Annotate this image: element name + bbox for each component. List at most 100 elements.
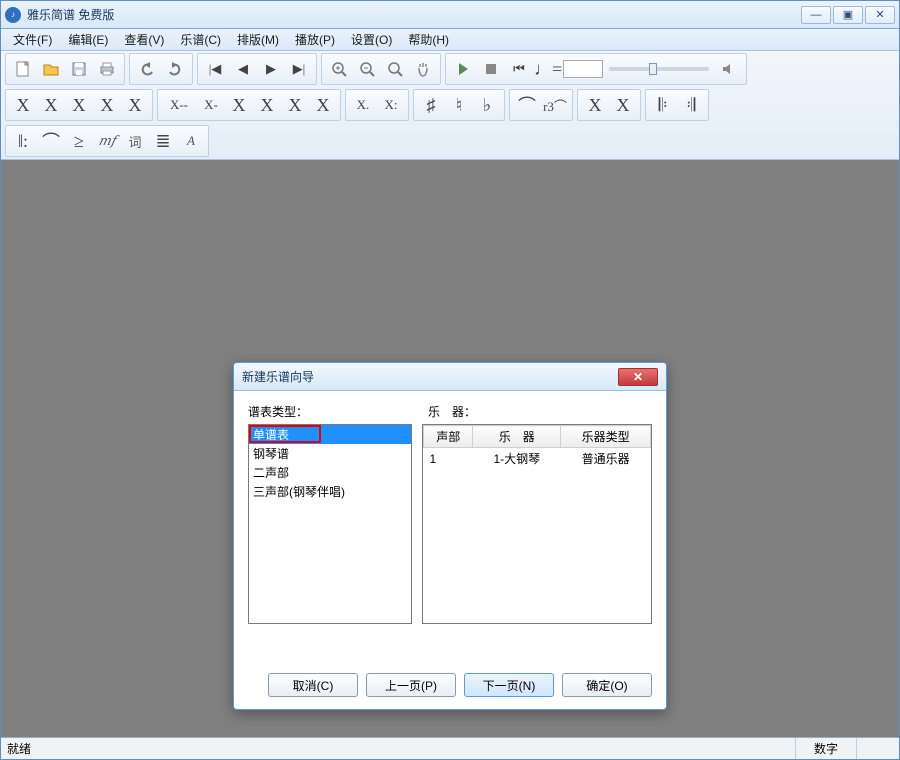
redo-button[interactable]	[162, 56, 188, 82]
prev-page-button[interactable]: 上一页(P)	[366, 673, 456, 697]
window-controls: — ▣ ✕	[801, 6, 895, 24]
cell-part: 1	[424, 448, 473, 470]
toolbar-extras: ‖: ⌒ ≥ 𝑚𝑓 词 ≣ A	[1, 123, 899, 159]
new-score-wizard-dialog: 新建乐谱向导 ✕ 谱表类型： 乐 器： 单谱表 钢琴谱 二声部 三声部(钢琴伴唱…	[233, 362, 667, 710]
nav-first-button[interactable]: |◀	[202, 56, 228, 82]
status-empty	[856, 738, 893, 759]
dialog-close-button[interactable]: ✕	[618, 368, 658, 386]
app-window: ♪ 雅乐简谱 免费版 — ▣ ✕ 文件(F) 编辑(E) 查看(V) 乐谱(C)…	[0, 0, 900, 760]
stave-option-2[interactable]: 二声部	[249, 463, 411, 482]
repeat-end-button[interactable]: 𝄇	[678, 92, 704, 118]
menubar: 文件(F) 编辑(E) 查看(V) 乐谱(C) 排版(M) 播放(P) 设置(O…	[1, 29, 899, 51]
ok-button[interactable]: 确定(O)	[562, 673, 652, 697]
next-page-button[interactable]: 下一页(N)	[464, 673, 554, 697]
text-block-button[interactable]: ≣	[150, 128, 176, 154]
stave-option-1[interactable]: 钢琴谱	[249, 444, 411, 463]
barline-button[interactable]: ‖:	[10, 128, 36, 154]
label-instrument: 乐 器：	[428, 403, 476, 420]
print-button[interactable]	[94, 56, 120, 82]
toolbar-notes: X X X X X X-- X- X X X X X. X: ♯ ♮ ♭	[1, 87, 899, 123]
statusbar: 就绪 数字	[1, 737, 899, 759]
stave-type-list[interactable]: 单谱表 钢琴谱 二声部 三声部(钢琴伴唱)	[248, 424, 412, 624]
fermata-button[interactable]: ⌒	[38, 128, 64, 154]
toolbars: |◀ ◀ ▶ ▶|	[1, 51, 899, 160]
note-btn-2[interactable]: X	[66, 92, 92, 118]
titlebar: ♪ 雅乐简谱 免费版 — ▣ ✕	[1, 1, 899, 29]
accent-button[interactable]: ≥	[66, 128, 92, 154]
menu-play[interactable]: 播放(P)	[287, 29, 343, 50]
tempo-input[interactable]	[563, 60, 603, 78]
app-icon: ♪	[5, 7, 21, 23]
col-type[interactable]: 乐器类型	[561, 426, 651, 448]
tempo-slider[interactable]	[609, 67, 709, 71]
menu-file[interactable]: 文件(F)	[5, 29, 60, 50]
metronome-button[interactable]: ⏮	[506, 56, 532, 82]
close-button[interactable]: ✕	[865, 6, 895, 24]
dur-btn-0[interactable]: X--	[162, 92, 196, 118]
tie-button[interactable]: ⌒	[514, 92, 540, 118]
stop-button[interactable]	[478, 56, 504, 82]
menu-view[interactable]: 查看(V)	[116, 29, 172, 50]
status-right: 数字	[795, 738, 856, 759]
document-area: 新建乐谱向导 ✕ 谱表类型： 乐 器： 单谱表 钢琴谱 二声部 三声部(钢琴伴唱…	[1, 160, 899, 737]
stave-option-3[interactable]: 三声部(钢琴伴唱)	[249, 482, 411, 501]
cell-type: 普通乐器	[561, 448, 651, 470]
lyric-button[interactable]: 词	[122, 128, 148, 154]
sharp-button[interactable]: ♯	[418, 92, 444, 118]
window-title: 雅乐简谱 免费版	[27, 6, 801, 23]
menu-layout[interactable]: 排版(M)	[229, 29, 287, 50]
dialog-body: 谱表类型： 乐 器： 单谱表 钢琴谱 二声部 三声部(钢琴伴唱)	[234, 391, 666, 663]
note-btn-3[interactable]: X	[94, 92, 120, 118]
play-button[interactable]	[450, 56, 476, 82]
dialog-title: 新建乐谱向导	[242, 368, 618, 385]
menu-score[interactable]: 乐谱(C)	[172, 29, 229, 50]
stave-option-0[interactable]: 单谱表	[249, 425, 411, 444]
dot-btn-0[interactable]: X.	[350, 92, 376, 118]
triplet-button[interactable]: r3⌒	[542, 92, 568, 118]
volume-button[interactable]	[716, 56, 742, 82]
flat-button[interactable]: ♭	[474, 92, 500, 118]
oct-down-button[interactable]: X	[610, 92, 636, 118]
font-button[interactable]: A	[178, 128, 204, 154]
nav-last-button[interactable]: ▶|	[286, 56, 312, 82]
menu-edit[interactable]: 编辑(E)	[60, 29, 116, 50]
tempo-icon: ♩=	[534, 56, 562, 82]
pan-button[interactable]	[410, 56, 436, 82]
dynamic-button[interactable]: 𝑚𝑓	[94, 128, 120, 154]
zoom-fit-button[interactable]	[382, 56, 408, 82]
save-button[interactable]	[66, 56, 92, 82]
label-stave-type: 谱表类型：	[248, 403, 428, 420]
minimize-button[interactable]: —	[801, 6, 831, 24]
dot-btn-1[interactable]: X:	[378, 92, 404, 118]
nav-prev-button[interactable]: ◀	[230, 56, 256, 82]
maximize-button[interactable]: ▣	[833, 6, 863, 24]
dur-btn-4[interactable]: X	[282, 92, 308, 118]
open-button[interactable]	[38, 56, 64, 82]
repeat-start-button[interactable]: 𝄆	[650, 92, 676, 118]
menu-help[interactable]: 帮助(H)	[400, 29, 457, 50]
new-button[interactable]	[10, 56, 36, 82]
dur-btn-3[interactable]: X	[254, 92, 280, 118]
dur-btn-1[interactable]: X-	[198, 92, 224, 118]
menu-settings[interactable]: 设置(O)	[343, 29, 400, 50]
note-btn-1[interactable]: X	[38, 92, 64, 118]
nav-next-button[interactable]: ▶	[258, 56, 284, 82]
zoom-in-button[interactable]	[326, 56, 352, 82]
note-btn-0[interactable]: X	[10, 92, 36, 118]
zoom-out-button[interactable]	[354, 56, 380, 82]
col-instrument[interactable]: 乐 器	[473, 426, 561, 448]
dialog-titlebar: 新建乐谱向导 ✕	[234, 363, 666, 391]
dur-btn-2[interactable]: X	[226, 92, 252, 118]
toolbar-main: |◀ ◀ ▶ ▶|	[1, 51, 899, 87]
dur-btn-5[interactable]: X	[310, 92, 336, 118]
cancel-button[interactable]: 取消(C)	[268, 673, 358, 697]
note-btn-4[interactable]: X	[122, 92, 148, 118]
status-left: 就绪	[7, 740, 31, 757]
natural-button[interactable]: ♮	[446, 92, 472, 118]
instrument-table[interactable]: 声部 乐 器 乐器类型 1 1-大钢琴 普通乐器	[422, 424, 652, 624]
col-part[interactable]: 声部	[424, 426, 473, 448]
dialog-button-row: 取消(C) 上一页(P) 下一页(N) 确定(O)	[234, 663, 666, 709]
table-row[interactable]: 1 1-大钢琴 普通乐器	[424, 448, 651, 470]
undo-button[interactable]	[134, 56, 160, 82]
oct-up-button[interactable]: X	[582, 92, 608, 118]
